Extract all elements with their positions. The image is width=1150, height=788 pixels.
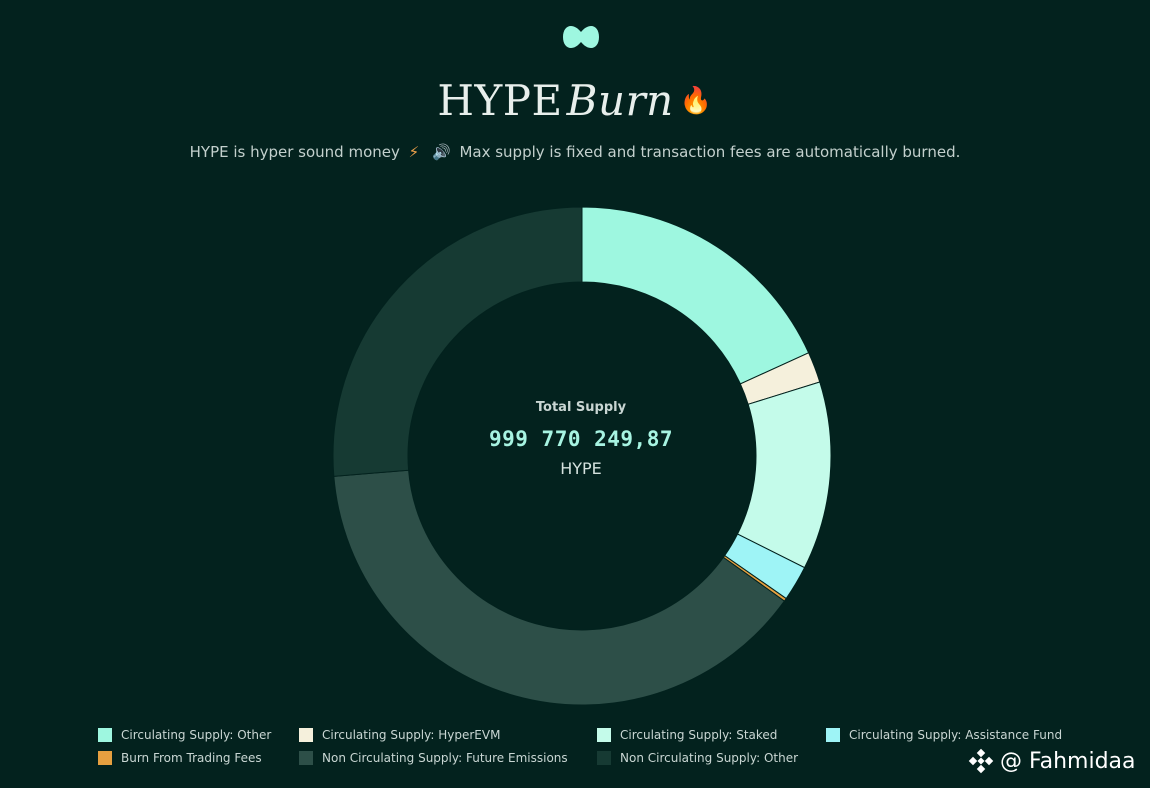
binance-logo-icon xyxy=(968,748,994,774)
donut-slice-0 xyxy=(581,206,810,385)
total-supply-center: Total Supply 999 770 249,87 HYPE xyxy=(431,400,731,478)
total-supply-label: Total Supply xyxy=(535,400,627,415)
total-supply-unit: HYPE xyxy=(560,459,602,478)
watermark: @ Fahmidaa xyxy=(968,748,1136,774)
donut-slice-5 xyxy=(333,469,786,706)
supply-donut-chart xyxy=(332,206,832,706)
watermark-handle: @ Fahmidaa xyxy=(1000,748,1136,774)
total-supply-value: 999 770 249,87 xyxy=(488,427,673,451)
donut-slice-2 xyxy=(736,381,832,569)
